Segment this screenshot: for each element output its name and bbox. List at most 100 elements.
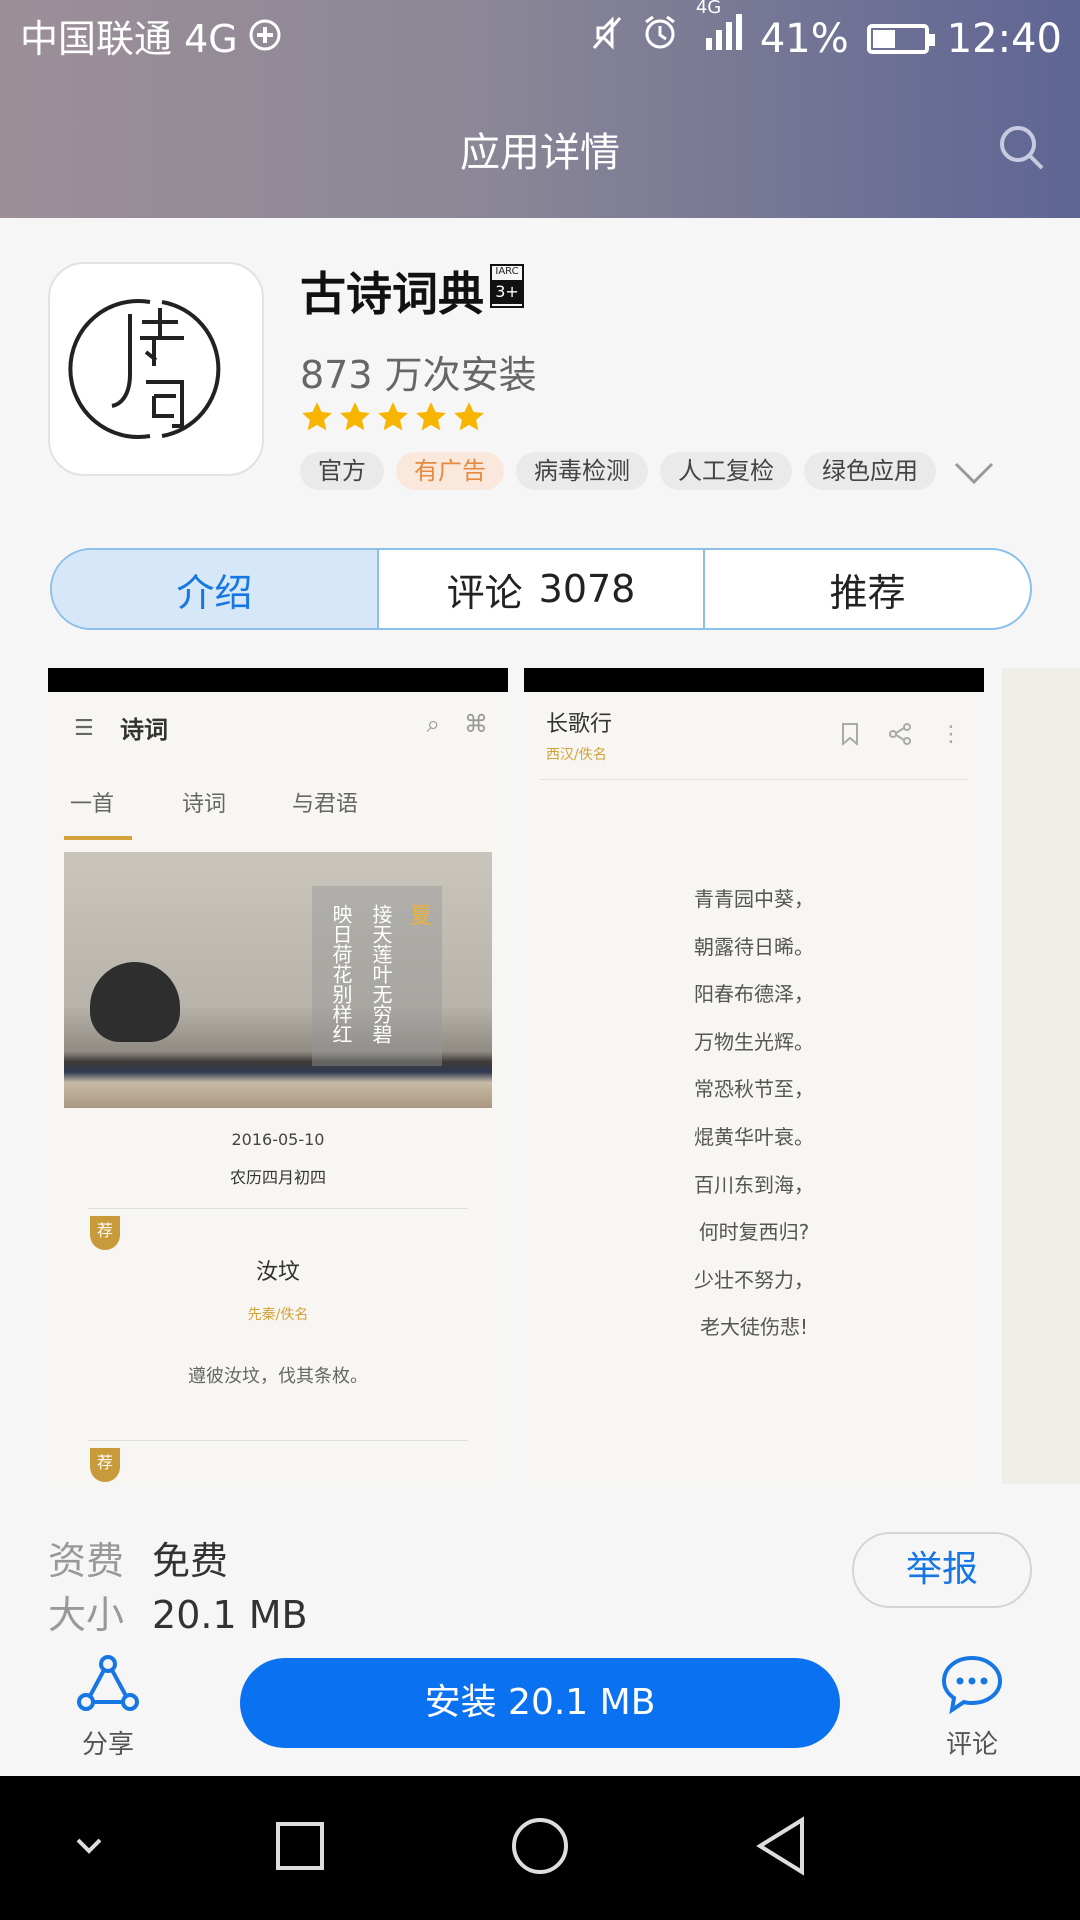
screenshot-tab: 与君语 <box>292 792 359 817</box>
screenshot-3-partial[interactable] <box>1002 668 1080 1484</box>
recommend-badge: 荐 <box>90 1448 120 1482</box>
page-title: 应用详情 <box>460 130 620 176</box>
tab-intro[interactable]: 介绍 <box>52 550 379 628</box>
chevron-down-icon[interactable] <box>952 452 996 492</box>
fee-value: 免费 <box>152 1539 229 1583</box>
bookmark-icon <box>840 722 860 752</box>
tag-list: 官方 有广告 病毒检测 人工复检 绿色应用 <box>300 452 936 490</box>
comment-bubble-icon <box>940 1655 1004 1718</box>
share-label: 分享 <box>81 1730 134 1760</box>
battery-level <box>872 30 895 48</box>
poem-line: 映日荷花别样红 <box>329 904 353 1044</box>
install-count: 873 万次安装 <box>300 353 537 397</box>
search-icon: ⌕ <box>426 710 440 738</box>
title-bar: 应用详情 <box>0 100 1080 196</box>
poem-line: 少壮不努力， <box>694 1267 814 1292</box>
share-button[interactable]: 分享 <box>58 1654 158 1761</box>
star-icon <box>376 400 410 434</box>
app-name: 古诗词典 <box>300 267 484 321</box>
search-icon[interactable] <box>994 120 1050 176</box>
battery-percent: 41% <box>759 16 849 62</box>
poem-line: 何时复西归? <box>698 1220 810 1245</box>
poem-card: 夏 接天莲叶无穷碧 映日荷花别样红 <box>312 886 442 1066</box>
divider <box>88 1208 468 1209</box>
tab-label: 推荐 <box>829 570 906 615</box>
date-label: 2016-05-10 <box>231 1130 325 1149</box>
menu-icon: ☰ <box>74 716 94 741</box>
share-icon <box>888 722 912 752</box>
comment-count: 3078 <box>538 567 636 611</box>
back-icon[interactable] <box>754 1816 808 1880</box>
age-rating-badge: IARC 3+ <box>490 264 524 308</box>
status-bar: 中国联通 4G 4G 41% 12:40 <box>0 0 1080 78</box>
lunar-date-label: 农历四月初四 <box>229 1168 326 1187</box>
star-icon <box>414 400 448 434</box>
screenshot-status-strip <box>48 668 508 692</box>
app-icon <box>48 262 264 476</box>
screenshot-tab: 一首 <box>70 792 115 817</box>
fee-label: 资费 <box>48 1539 125 1583</box>
navigation-bar <box>0 1776 1080 1920</box>
clock: 12:40 <box>946 16 1062 62</box>
recommend-badge: 荐 <box>90 1216 120 1250</box>
app-tag: 病毒检测 <box>516 452 648 490</box>
chevron-down-icon[interactable] <box>72 1834 106 1862</box>
screenshot-appbar-title: 诗词 <box>120 716 168 744</box>
detail-tabs: 介绍 评论 3078 推荐 <box>50 548 1032 630</box>
poem-first-line: 遵彼汝坟，伐其条枚。 <box>188 1366 368 1387</box>
star-icon <box>338 400 372 434</box>
poem-line: 焜黄华叶衰。 <box>694 1124 814 1149</box>
more-icon: ⋮ <box>940 722 962 747</box>
screenshot-1[interactable]: ☰ 诗词 ⌕ ⌘ 一首 诗词 与君语 夏 接天莲叶无穷碧 映日荷花别样红 2016… <box>48 668 508 1484</box>
poem-line: 接天莲叶无穷碧 <box>369 904 393 1044</box>
network-type-label: 4G <box>695 0 722 18</box>
poem-title: 汝坟 <box>255 1260 300 1285</box>
poem-line: 阳春布德泽， <box>694 982 814 1007</box>
app-tag: 有广告 <box>396 452 504 490</box>
poem-author: 先秦/佚名 <box>247 1307 309 1323</box>
teapot-shape <box>90 962 180 1042</box>
recent-apps-icon[interactable] <box>274 1820 326 1876</box>
poem-line: 老大徒伤悲! <box>699 1315 809 1340</box>
app-tag: 官方 <box>300 452 384 490</box>
mute-icon <box>590 12 624 66</box>
battery-icon <box>866 24 935 54</box>
tab-label: 介绍 <box>176 570 253 615</box>
poem-author: 西汉/佚名 <box>546 747 607 763</box>
poem-title: 长歌行 <box>546 712 613 737</box>
app-info: 资费 免费 大小 20.1 MB <box>48 1534 308 1642</box>
poem-line: 百川东到海， <box>694 1172 814 1197</box>
poem-line: 常恐秋节至， <box>694 1077 814 1102</box>
age-rating-value: 3+ <box>492 280 522 304</box>
tab-comments[interactable]: 评论 3078 <box>379 550 706 628</box>
screenshot-status-strip <box>524 668 984 692</box>
star-icon <box>452 400 486 434</box>
age-rating-label: IARC <box>495 266 519 277</box>
screenshot-carousel[interactable]: ☰ 诗词 ⌕ ⌘ 一首 诗词 与君语 夏 接天莲叶无穷碧 映日荷花别样红 2016… <box>48 668 1080 1484</box>
star-icon <box>300 400 334 434</box>
rating-stars <box>300 400 486 434</box>
screenshot-tab: 诗词 <box>182 792 227 817</box>
divider <box>88 1440 468 1441</box>
tab-underline <box>64 836 132 840</box>
comment-label: 评论 <box>945 1730 998 1760</box>
poem-line: 万物生光辉。 <box>694 1029 814 1054</box>
comment-button[interactable]: 评论 <box>922 1654 1022 1761</box>
header: 中国联通 4G 4G 41% 12:40 应用详情 <box>0 0 1080 218</box>
share-icon <box>76 1655 140 1718</box>
install-button[interactable]: 安装 20.1 MB <box>240 1658 840 1748</box>
plus-circle-icon <box>248 12 282 66</box>
report-button[interactable]: 举报 <box>852 1532 1032 1608</box>
app-tag: 绿色应用 <box>804 452 936 490</box>
poem-line: 朝露待日晞。 <box>694 934 814 959</box>
tab-label: 评论 <box>446 570 523 615</box>
screenshot-2[interactable]: 长歌行 西汉/佚名 ⋮ 青青园中葵， 朝露待日晞。 阳春布德泽， 万物生光辉。 常恐秋节… <box>524 668 984 1484</box>
tab-recommend[interactable]: 推荐 <box>705 550 1030 628</box>
action-bar: 分享 安装 20.1 MB 评论 <box>0 1634 1080 1776</box>
poem-line: 青青园中葵， <box>694 887 814 911</box>
alarm-icon <box>642 12 678 66</box>
carrier-label: 中国联通 4G <box>20 17 238 61</box>
poem-body: 青青园中葵， 朝露待日晞。 阳春布德泽， 万物生光辉。 常恐秋节至， 焜黄华叶衰。 百川东到… <box>524 876 984 1352</box>
home-icon[interactable] <box>510 1816 570 1880</box>
season-label: 夏 <box>409 904 432 929</box>
